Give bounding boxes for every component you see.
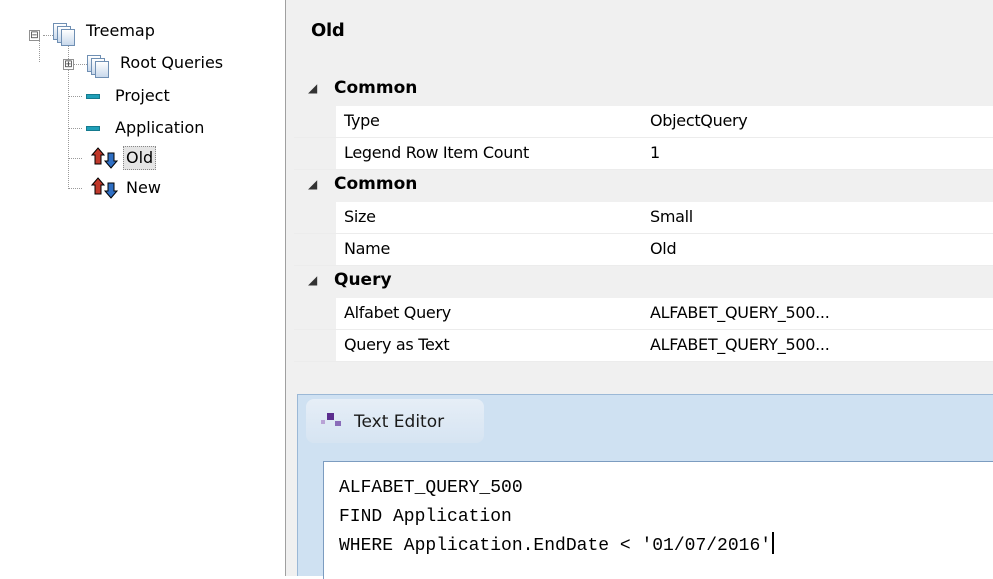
pages-icon	[51, 20, 75, 46]
collapse-triangle-icon[interactable]: ◢	[308, 177, 317, 191]
collapse-triangle-icon[interactable]: ◢	[308, 81, 317, 95]
tree-item-label: Project	[115, 86, 170, 105]
query-line: FIND Application	[339, 507, 512, 527]
tree-item-label: New	[126, 178, 161, 197]
app-icon	[321, 413, 343, 427]
property-name: Size	[344, 207, 376, 226]
query-line: WHERE Application.EndDate < '01/07/2016'	[339, 536, 772, 556]
row-gutter	[294, 234, 336, 265]
property-value[interactable]: ObjectQuery	[650, 111, 748, 130]
category-query[interactable]: ◢ Query	[294, 266, 993, 298]
tree-item-label: Treemap	[86, 21, 155, 40]
category-label: Query	[334, 270, 392, 290]
property-value[interactable]: ALFABET_QUERY_500...	[650, 335, 830, 354]
property-name: Alfabet Query	[344, 303, 451, 322]
property-value[interactable]: Small	[650, 207, 693, 226]
expand-toggle[interactable]: ⊞	[63, 59, 74, 70]
text-caret	[772, 532, 775, 554]
row-gutter	[294, 298, 336, 329]
tree-item-label: Root Queries	[120, 53, 224, 72]
page-title: Old	[311, 20, 345, 41]
tree-connector	[68, 158, 82, 159]
bar-icon	[86, 93, 100, 99]
tree-connector	[39, 40, 40, 62]
property-grid: ◢ Common Type ObjectQuery Legend Row Ite…	[294, 74, 993, 362]
tree-panel: ⊟ Treemap ⊞ Root Queries Project Applica…	[0, 0, 286, 576]
property-name: Type	[344, 111, 380, 130]
bar-icon	[86, 125, 100, 131]
property-row-alfabet-query[interactable]: Alfabet Query ALFABET_QUERY_500...	[294, 298, 993, 330]
editor-title: Text Editor	[354, 412, 445, 432]
property-row-query-as-text[interactable]: Query as Text ALFABET_QUERY_500...	[294, 330, 993, 362]
tree-connector	[68, 188, 82, 189]
tree-item-project[interactable]: Project	[80, 83, 173, 109]
property-row-legend-row-item-count[interactable]: Legend Row Item Count 1	[294, 138, 993, 170]
query-text-area[interactable]: ALFABET_QUERY_500 FIND Application WHERE…	[323, 461, 993, 579]
collapse-toggle[interactable]: ⊟	[29, 30, 40, 41]
category-common[interactable]: ◢ Common	[294, 74, 993, 106]
tree-item-root-queries[interactable]: Root Queries	[85, 50, 226, 78]
property-row-type[interactable]: Type ObjectQuery	[294, 106, 993, 138]
tree-item-label: Old	[123, 146, 157, 170]
category-common[interactable]: ◢ Common	[294, 170, 993, 202]
property-name: Name	[344, 239, 391, 258]
up-down-arrows-icon	[91, 146, 119, 170]
category-label: Common	[334, 174, 418, 194]
property-value[interactable]: Old	[650, 239, 677, 258]
text-editor-window: Text Editor ALFABET_QUERY_500 FIND Appli…	[297, 394, 993, 579]
row-gutter	[294, 138, 336, 169]
collapse-triangle-icon[interactable]: ◢	[308, 273, 317, 287]
property-name: Query as Text	[344, 335, 450, 354]
up-down-arrows-icon	[91, 176, 119, 200]
tree-item-application[interactable]: Application	[80, 115, 207, 141]
row-gutter	[294, 202, 336, 233]
row-gutter	[294, 330, 336, 361]
tree-item-treemap[interactable]: Treemap	[51, 18, 158, 46]
property-row-size[interactable]: Size Small	[294, 202, 993, 234]
property-row-name[interactable]: Name Old	[294, 234, 993, 266]
property-value[interactable]: 1	[650, 143, 660, 162]
query-line-wrap: WHERE Application.EndDate < '01/07/2016'	[339, 532, 993, 561]
property-value[interactable]: ALFABET_QUERY_500...	[650, 303, 830, 322]
query-line: ALFABET_QUERY_500	[339, 478, 523, 498]
tree-item-new[interactable]: New	[91, 175, 164, 201]
row-gutter	[294, 106, 336, 137]
pages-icon	[85, 52, 109, 78]
category-label: Common	[334, 78, 418, 98]
editor-title-bar[interactable]: Text Editor	[306, 399, 484, 443]
tree-item-label: Application	[115, 118, 205, 137]
tree-item-old[interactable]: Old	[91, 145, 157, 171]
property-name: Legend Row Item Count	[344, 143, 529, 162]
